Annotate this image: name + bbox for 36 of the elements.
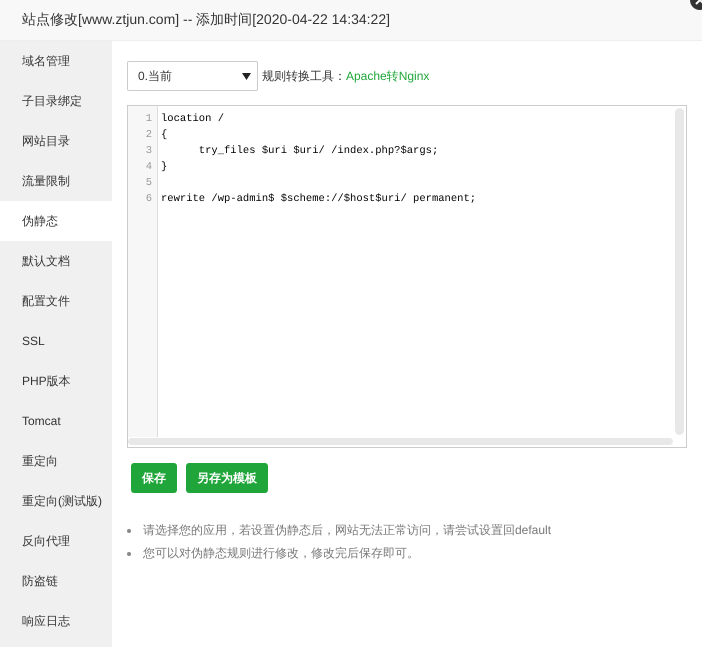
bullet-icon: [127, 528, 131, 532]
sidebar-item[interactable]: 子目录绑定: [0, 81, 112, 121]
sidebar-item[interactable]: PHP版本: [0, 361, 112, 401]
converter-label: 规则转换工具：: [262, 68, 346, 84]
code-line: rewrite /wp-admin$ $scheme://$host$uri/ permanent;: [161, 193, 476, 205]
sidebar-item[interactable]: 默认文档: [0, 241, 112, 281]
bullet-icon: [127, 552, 131, 556]
line-number: 3: [144, 145, 153, 157]
sidebar-item[interactable]: 防盗链: [0, 561, 112, 601]
code-line: }: [161, 161, 168, 173]
sidebar-item[interactable]: 域名管理: [0, 41, 112, 81]
sidebar-item[interactable]: 流量限制: [0, 161, 112, 201]
sidebar-item[interactable]: 伪静态: [0, 201, 112, 241]
code-line: try_files $uri $uri/ /index.php?$args;: [198, 145, 438, 157]
sidebar-item[interactable]: Tomcat: [0, 401, 112, 441]
sidebar-item[interactable]: 重定向: [0, 441, 112, 481]
sidebar-item[interactable]: SSL: [0, 321, 112, 361]
sidebar-item[interactable]: 重定向(测试版): [0, 481, 112, 521]
code-editor[interactable]: 1 location / 2 { 3 try_files $uri $uri/ /index.php?$args; 4 } 5 6 rewrite /wp-admin$ $scheme://$host$uri/ permanent;: [127, 105, 687, 448]
line-number: 1: [144, 113, 153, 125]
code-line: {: [161, 129, 168, 141]
note-text: 请选择您的应用，若设置伪静态后，网站无法正常访问，请尝试设置回default: [143, 522, 552, 539]
sidebar-item[interactable]: 响应日志: [0, 601, 112, 641]
horizontal-scrollbar[interactable]: [128, 438, 673, 445]
window-title: 站点修改[www.ztjun.com] -- 添加时间[2020-04-22 14:34:22]: [22, 11, 390, 29]
line-number: 2: [144, 129, 153, 141]
sidebar-item[interactable]: 配置文件: [0, 281, 112, 321]
line-number: 6: [144, 193, 153, 205]
note-text: 您可以对伪静态规则进行修改，修改完后保存即可。: [143, 545, 419, 562]
code-line: location /: [161, 113, 224, 125]
dropdown-caret-icon: [242, 72, 251, 80]
line-number: 4: [144, 161, 153, 173]
template-select[interactable]: 0.当前: [127, 61, 258, 91]
sidebar-item[interactable]: 反向代理: [0, 521, 112, 561]
line-number: 5: [144, 177, 153, 189]
sidebar-item[interactable]: 网站目录: [0, 121, 112, 161]
